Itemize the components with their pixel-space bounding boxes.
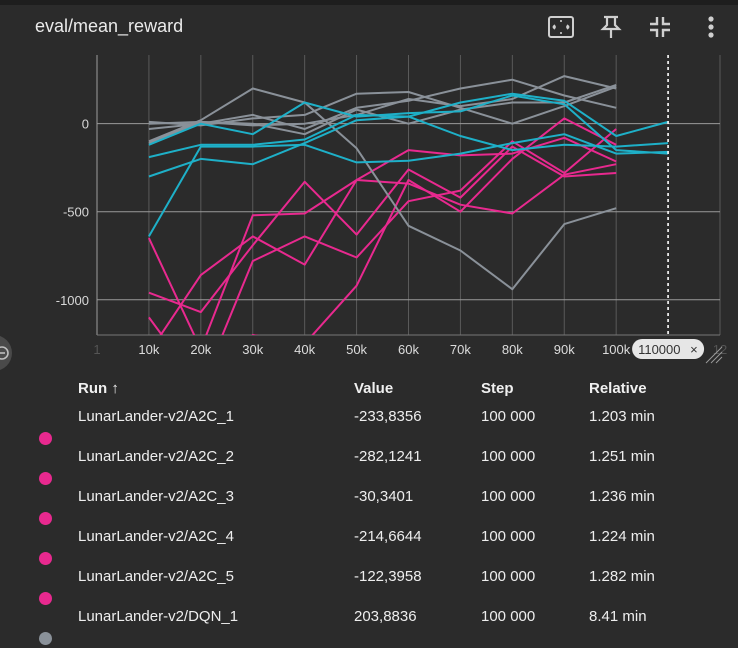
run-relative: 1.251 min (589, 448, 655, 465)
run-step: 100 000 (481, 448, 536, 465)
run-step: 100 000 (481, 488, 536, 505)
run-relative: 1.236 min (589, 488, 655, 505)
run-relative: 1.224 min (589, 528, 655, 545)
x-tick-label: 40k (294, 342, 315, 357)
run-color-dot[interactable] (39, 512, 52, 525)
table-row[interactable]: LunarLander-v2/A2C_2 -282,1241 100 000 1.25… (0, 448, 738, 488)
run-color-dot[interactable] (39, 592, 52, 605)
x-tick-label: 60k (398, 342, 419, 357)
collapse-icon[interactable] (645, 12, 675, 42)
x-tick-label: 10k (138, 342, 159, 357)
more-vert-icon[interactable] (696, 12, 726, 42)
run-value: -30,3401 (354, 488, 414, 505)
run-name: LunarLander-v2/A2C_1 (78, 408, 234, 425)
x-tick-label: 100k (602, 342, 631, 357)
x-tick-label: 90k (554, 342, 575, 357)
table-row[interactable]: LunarLander-v2/DQN_1 203,8836 100 000 8.41 … (0, 608, 738, 648)
run-relative: 1.282 min (589, 568, 655, 585)
run-value: -282,1241 (354, 448, 422, 465)
table-row[interactable]: LunarLander-v2/A2C_3 -30,3401 100 000 1.236… (0, 488, 738, 528)
run-step: 100 000 (481, 408, 536, 425)
fit-domain-icon[interactable] (546, 12, 576, 42)
y-tick-label: -500 (63, 205, 89, 220)
x-tick-label: 80k (502, 342, 523, 357)
run-name: LunarLander-v2/DQN_1 (78, 608, 239, 625)
column-header-step[interactable]: Step (481, 380, 514, 397)
x-tick-label: 1 (93, 342, 100, 357)
series-line-a2c (159, 136, 617, 335)
run-name: LunarLander-v2/A2C_2 (78, 448, 234, 465)
run-relative: 1.203 min (589, 408, 655, 425)
run-color-dot[interactable] (39, 472, 52, 485)
x-tick-label: 20k (190, 342, 211, 357)
series-line-a2c (251, 117, 617, 335)
table-row[interactable]: LunarLander-v2/A2C_4 -214,6644 100 000 1.22… (0, 528, 738, 568)
run-color-dot[interactable] (39, 432, 52, 445)
resize-handle-icon (715, 356, 723, 364)
column-header-run[interactable]: Run ↑ (78, 380, 119, 397)
run-color-dot[interactable] (39, 552, 52, 565)
run-value: -233,8356 (354, 408, 422, 425)
run-value: -214,6644 (354, 528, 422, 545)
x-tick-label: 30k (242, 342, 263, 357)
column-header-relative[interactable]: Relative (589, 380, 647, 397)
line-chart[interactable]: 0 -500 -1000 1 10k 20k 30k 40k 50k 60k 70k 80k 90k 10… (0, 50, 738, 370)
run-value: 203,8836 (354, 608, 417, 625)
run-value: -122,3958 (354, 568, 422, 585)
x-tick-label: 70k (450, 342, 471, 357)
run-step: 100 000 (481, 608, 536, 625)
hover-x-label: 110000 (638, 342, 680, 357)
run-name: LunarLander-v2/A2C_5 (78, 568, 234, 585)
run-color-dot[interactable] (39, 632, 52, 645)
run-step: 100 000 (481, 528, 536, 545)
run-step: 100 000 (481, 568, 536, 585)
chart-title: eval/mean_reward (35, 16, 184, 36)
table-row[interactable]: LunarLander-v2/A2C_5 -122,3958 100 000 1.28… (0, 568, 738, 608)
series-line-a2c (147, 163, 617, 335)
run-relative: 8.41 min (589, 608, 647, 625)
run-name: LunarLander-v2/A2C_4 (78, 528, 234, 545)
table-row[interactable]: LunarLander-v2/A2C_1 -233,8356 100 000 1.20… (0, 408, 738, 448)
y-tick-label: -1000 (56, 293, 89, 308)
y-tick-label: 0 (82, 117, 89, 132)
column-header-value[interactable]: Value (354, 380, 393, 397)
x-tick-label: 50k (346, 342, 367, 357)
close-icon: × (690, 342, 698, 357)
run-name: LunarLander-v2/A2C_3 (78, 488, 234, 505)
pin-icon[interactable] (596, 12, 626, 42)
